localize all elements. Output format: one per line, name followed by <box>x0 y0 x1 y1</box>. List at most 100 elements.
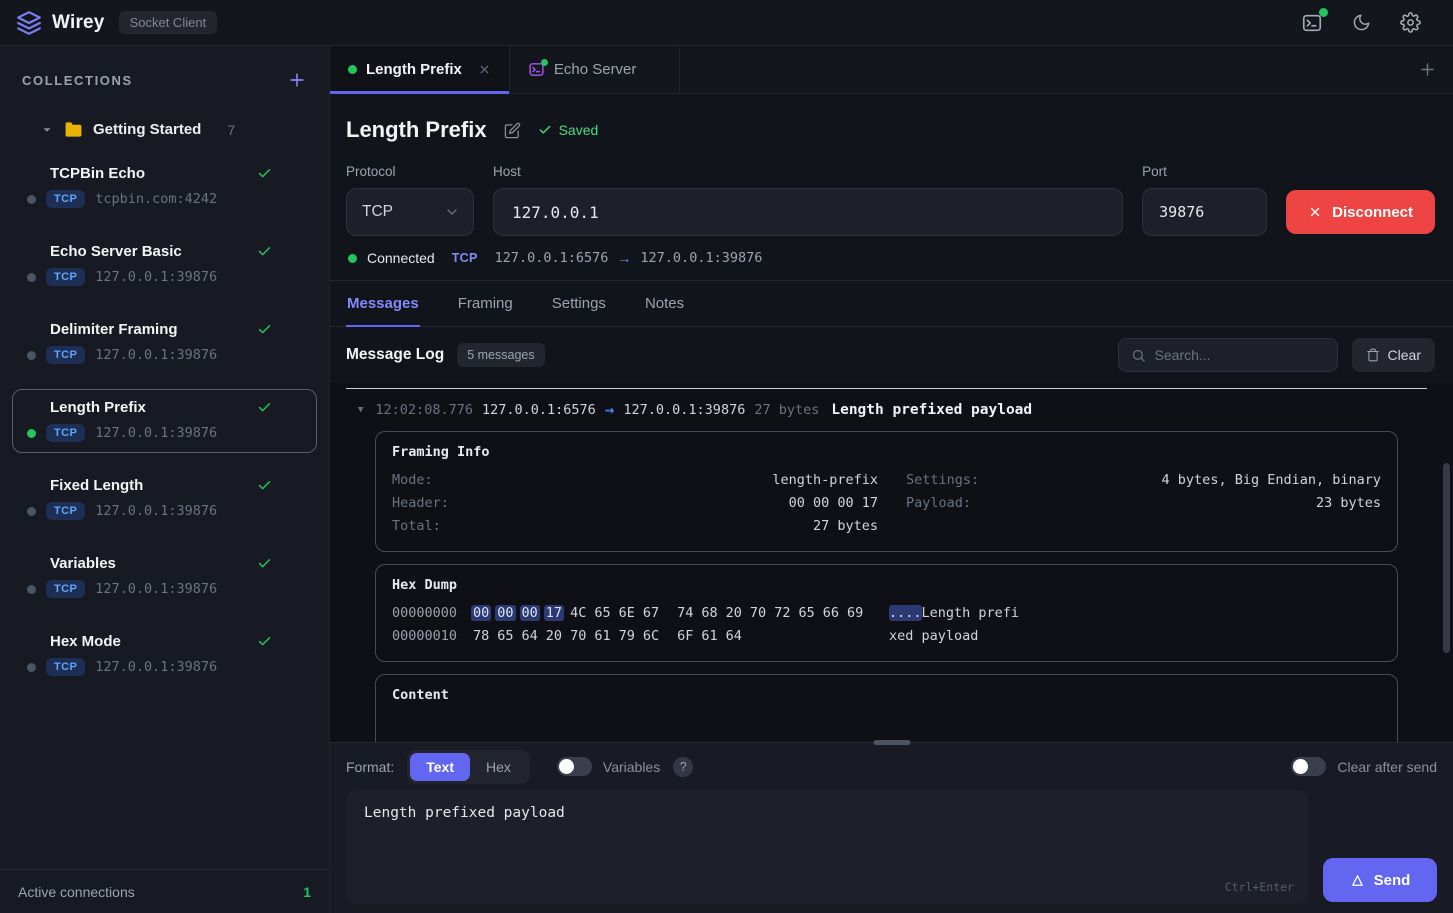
settings-gear-icon[interactable] <box>1400 12 1421 33</box>
hex-bytes: 00 00 00 17 4C 65 6E 67 74 68 20 70 72 65 66 69 <box>471 602 871 625</box>
collapse-triangle-icon[interactable]: ▼ <box>358 405 363 415</box>
protocol-label: Protocol <box>346 164 396 179</box>
framing-value: 4 bytes, Big Endian, binary <box>1161 472 1381 488</box>
editor-tab-length-prefix[interactable]: Length Prefix <box>330 46 510 94</box>
connection-state: Connected <box>367 250 435 266</box>
connection-title: Length Prefix <box>346 117 487 142</box>
hex-offset: 00000010 <box>392 628 458 644</box>
connection-status-dot <box>27 428 36 438</box>
terminal-activity-icon[interactable] <box>1301 7 1328 34</box>
folder-item-count: 7 <box>227 121 236 138</box>
collection-item-fixed-length[interactable]: Fixed Length TCP 127.0.0.1:39876 <box>12 467 317 531</box>
variables-toggle[interactable] <box>556 757 592 776</box>
connected-dot <box>348 253 357 263</box>
protocol-select[interactable]: TCP <box>346 188 474 236</box>
clear-log-button[interactable]: Clear <box>1351 338 1435 372</box>
status-protocol: TCP <box>451 251 478 265</box>
framing-value: 27 bytes <box>812 518 878 534</box>
framing-value: length-prefix <box>772 472 878 488</box>
folder-getting-started[interactable]: Getting Started 7 <box>0 114 329 149</box>
editor-tabbar: Length Prefix Echo Server <box>330 46 1453 94</box>
section-tabs: Messages Framing Settings Notes <box>330 281 1453 327</box>
connection-status-dot <box>27 272 36 282</box>
hex-dump-row: 00000000 00 00 00 17 4C 65 6E 67 74 68 20 70 72 65 66 69… <box>392 602 1381 625</box>
log-divider <box>346 388 1427 389</box>
message-input[interactable]: Length prefixed payload <box>346 790 1308 904</box>
scrollbar-thumb[interactable] <box>1443 463 1450 653</box>
protocol-field: Protocol TCP <box>346 164 474 236</box>
toggle-knob <box>558 759 574 774</box>
app-name: Wirey <box>52 11 105 33</box>
hex-byte: 6E <box>618 605 635 621</box>
protocol-badge: TCP <box>46 658 86 676</box>
hex-byte: 4C <box>570 605 587 621</box>
search-input[interactable] <box>1154 347 1325 363</box>
hex-byte: 20 <box>725 605 742 621</box>
collection-item-length-prefix[interactable]: Length Prefix TCP 127.0.0.1:39876 <box>12 389 317 453</box>
collection-item-variables[interactable]: Variables TCP 127.0.0.1:39876 <box>12 545 317 609</box>
tab-messages[interactable]: Messages <box>346 281 420 327</box>
framing-info-row: Payload: 23 bytes <box>906 492 1381 515</box>
connection-address: 127.0.0.1:39876 <box>95 425 218 441</box>
collection-item-echo-server-basic[interactable]: Echo Server Basic TCP 127.0.0.1:39876 <box>12 233 317 297</box>
terminal-icon <box>528 59 548 78</box>
hex-byte: 70 <box>749 605 767 621</box>
saved-check-icon <box>258 637 271 646</box>
hex-byte: 68 <box>701 605 718 621</box>
saved-check-icon <box>258 325 271 334</box>
chevron-down-icon <box>43 127 51 132</box>
tab-framing[interactable]: Framing <box>457 281 514 327</box>
tab-settings[interactable]: Settings <box>551 281 607 327</box>
framing-label: Settings: <box>906 472 980 488</box>
hex-byte: 78 <box>473 628 490 644</box>
message-entry-header[interactable]: ▼ 12:02:08.776 127.0.0.1:6576 → 127.0.0.… <box>346 400 1427 419</box>
connection-address: 127.0.0.1:39876 <box>95 581 218 597</box>
hex-byte: 65 <box>798 605 815 621</box>
message-log-title: Message Log <box>346 346 445 363</box>
hex-byte: 69 <box>846 605 864 621</box>
hex-byte: 64 <box>725 628 742 644</box>
hex-byte: 65 <box>497 628 514 644</box>
arrow-right-icon: → <box>617 250 632 266</box>
tab-notes[interactable]: Notes <box>644 281 685 327</box>
collection-item-hex-mode[interactable]: Hex Mode TCP 127.0.0.1:39876 <box>12 623 317 687</box>
remote-address: 127.0.0.1:39876 <box>640 250 763 266</box>
host-field-group: Host <box>493 164 1124 236</box>
content-box: Content <box>375 674 1398 742</box>
send-button[interactable]: Send <box>1323 858 1437 902</box>
saved-check-icon <box>258 169 271 178</box>
clear-after-send-toggle[interactable] <box>1291 757 1327 776</box>
saved-status: Saved <box>538 122 598 138</box>
collection-item-delimiter-framing[interactable]: Delimiter Framing TCP 127.0.0.1:39876 <box>12 311 317 375</box>
port-input[interactable] <box>1142 188 1268 236</box>
protocol-badge: TCP <box>46 190 86 208</box>
collection-item-tcpbin-echo[interactable]: TCPBin Echo TCP tcpbin.com:4242 <box>12 155 317 219</box>
entry-destination: 127.0.0.1:39876 <box>623 401 746 418</box>
format-option-text[interactable]: Text <box>410 752 470 781</box>
disconnect-button[interactable]: Disconnect <box>1286 190 1435 234</box>
hex-ascii-highlight: .... <box>889 605 922 621</box>
format-label: Format: <box>346 758 395 775</box>
editor-tab-echo-server[interactable]: Echo Server <box>510 46 680 93</box>
host-input[interactable] <box>493 188 1124 236</box>
activity-dot <box>540 59 548 66</box>
port-field-group: Port <box>1142 164 1268 236</box>
panel-resize-handle[interactable] <box>873 740 910 745</box>
close-tab-icon[interactable] <box>478 63 491 76</box>
dark-mode-moon-icon[interactable] <box>1352 13 1371 32</box>
variables-label: Variables <box>602 758 661 775</box>
connection-name: Variables <box>50 555 116 572</box>
variables-help-button[interactable]: ? <box>673 756 694 777</box>
edit-name-icon[interactable] <box>504 122 521 139</box>
connection-status-dot <box>27 506 36 516</box>
connection-name: TCPBin Echo <box>50 165 146 182</box>
connection-status-row: Connected TCP 127.0.0.1:6576 → 127.0.0.1… <box>348 250 1435 266</box>
hex-byte: 67 <box>642 605 660 621</box>
editor-tab-label: Echo Server <box>553 61 637 78</box>
hex-ascii: ....Length prefi <box>889 605 1020 621</box>
add-collection-button[interactable] <box>287 70 307 90</box>
connection-name: Fixed Length <box>50 477 144 494</box>
new-tab-button[interactable] <box>1418 60 1453 79</box>
hex-byte: 64 <box>521 628 538 644</box>
format-option-hex[interactable]: Hex <box>470 753 527 781</box>
